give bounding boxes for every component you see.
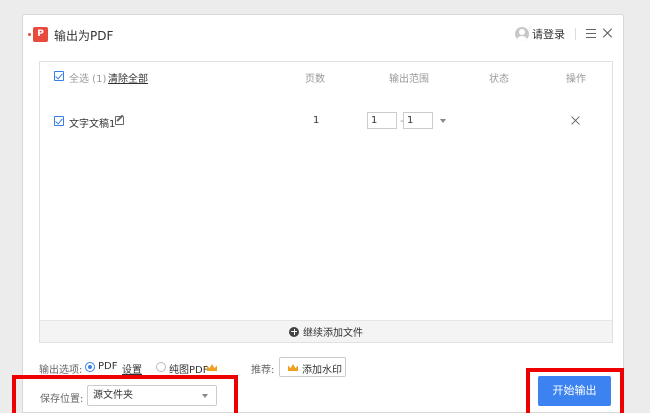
radio-image-pdf-label[interactable]: 纯图PDF xyxy=(169,361,208,376)
file-row: 文字文稿1 1 1 - 1 xyxy=(40,110,612,132)
file-list-header: 全选 (1) 清除全部 页数 输出范围 状态 操作 xyxy=(40,62,612,90)
clear-all-link[interactable]: 清除全部 xyxy=(108,70,148,85)
recommend-label: 推荐: xyxy=(251,365,275,376)
column-pages: 页数 xyxy=(305,74,325,85)
pdf-logo-icon: P xyxy=(28,27,48,42)
column-status: 状态 xyxy=(489,74,509,85)
radio-pdf[interactable] xyxy=(85,362,95,372)
file-list: 全选 (1) 清除全部 页数 输出范围 状态 操作 文字文稿1 1 1 - 1 … xyxy=(39,61,613,343)
range-dropdown-icon[interactable] xyxy=(440,119,446,123)
file-pages: 1 xyxy=(313,115,320,126)
radio-image-pdf[interactable] xyxy=(156,362,166,372)
select-all-checkbox[interactable] xyxy=(54,71,64,81)
radio-pdf-label[interactable]: PDF xyxy=(98,361,117,372)
crown-icon xyxy=(288,364,298,371)
column-action: 操作 xyxy=(566,74,586,85)
export-pdf-window: P 输出为PDF 请登录 全选 (1) 清除全部 页数 输出范围 状态 操作 文… xyxy=(22,14,624,413)
edit-icon[interactable] xyxy=(115,116,124,125)
close-icon[interactable] xyxy=(602,27,614,39)
range-from-input[interactable]: 1 xyxy=(367,112,397,129)
add-more-files-label: 继续添加文件 xyxy=(303,328,363,339)
add-more-files-button[interactable]: 继续添加文件 xyxy=(40,320,612,342)
window-title: 输出为PDF xyxy=(54,29,114,43)
title-bar: P 输出为PDF 请登录 xyxy=(23,15,623,53)
range-to-input[interactable]: 1 xyxy=(403,112,433,129)
crown-icon xyxy=(207,364,217,371)
delete-row-icon[interactable] xyxy=(571,115,581,125)
file-name: 文字文稿1 xyxy=(69,119,116,130)
plus-circle-icon xyxy=(289,326,299,337)
menu-icon[interactable] xyxy=(586,29,596,38)
add-watermark-button[interactable]: 添加水印 xyxy=(279,357,346,377)
output-options-label: 输出选项: xyxy=(39,365,83,376)
highlight-box-save-location xyxy=(12,375,238,413)
highlight-box-start-button xyxy=(526,368,624,413)
avatar-icon xyxy=(515,27,529,41)
file-checkbox[interactable] xyxy=(54,116,64,126)
select-all-label[interactable]: 全选 (1) xyxy=(69,70,106,85)
login-link[interactable]: 请登录 xyxy=(515,26,565,42)
add-watermark-label: 添加水印 xyxy=(302,365,342,376)
title-bar-divider xyxy=(575,28,576,40)
login-label: 请登录 xyxy=(532,28,565,41)
settings-link[interactable]: 设置 xyxy=(122,361,142,376)
column-range: 输出范围 xyxy=(389,74,429,85)
